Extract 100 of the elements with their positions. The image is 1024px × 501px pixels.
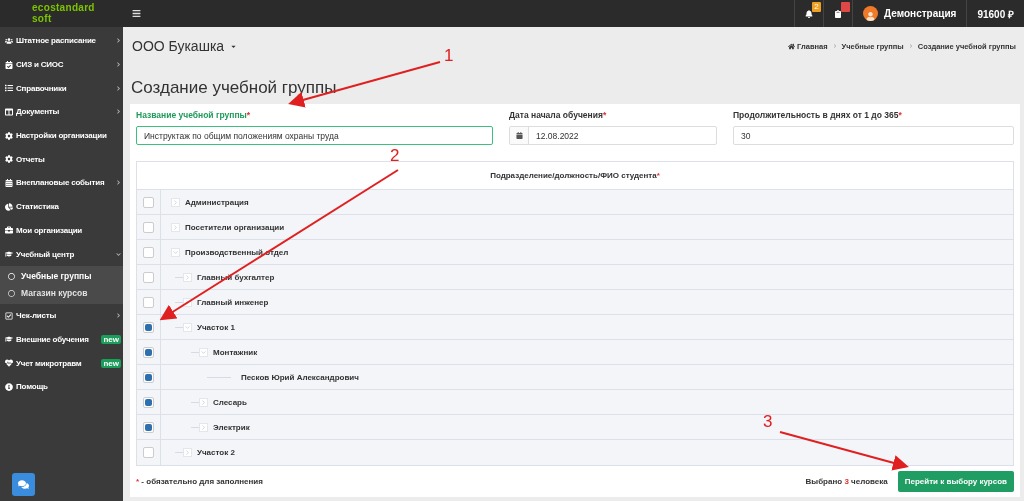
sidebar-icon (5, 311, 13, 320)
sidebar-item[interactable]: Справочники (0, 76, 123, 101)
bell-icon (805, 9, 814, 18)
required-note: * - обязательно для заполнения (136, 477, 263, 486)
sidebar-item[interactable]: Статистика (0, 194, 123, 219)
new-badge: new (101, 334, 121, 344)
checkbox[interactable] (143, 296, 154, 308)
expand-toggle[interactable] (183, 297, 192, 307)
sidebar-item[interactable]: Внешние обучения new (0, 327, 123, 352)
home-icon (788, 42, 796, 50)
expand-toggle[interactable] (183, 448, 192, 457)
checkbox[interactable] (143, 321, 154, 333)
sidebar-icon (5, 226, 13, 235)
sidebar-item[interactable]: Штатное расписание (0, 29, 123, 53)
annotation-number: 1 (444, 46, 454, 66)
balance: 91600 ₽ (977, 7, 1014, 21)
tree-label: Посетители организации (185, 222, 285, 232)
sidebar-icon (5, 250, 13, 259)
tree-label: Главный инженер (197, 297, 269, 307)
expand-toggle[interactable] (171, 222, 180, 232)
expand-toggle[interactable] (199, 422, 208, 432)
expand-toggle[interactable] (171, 247, 180, 257)
sidebar-item[interactable]: Учебный центр (0, 242, 123, 266)
expand-toggle[interactable] (199, 397, 208, 407)
field-label: Дата начала обучения* (509, 110, 608, 120)
chevron-icon (116, 313, 121, 319)
sidebar-icon (5, 359, 13, 368)
sidebar-icon (5, 36, 13, 45)
sidebar-icon (5, 107, 13, 116)
tree-label: Электрик (213, 422, 250, 432)
sidebar-subitem[interactable]: Магазин курсов (0, 284, 123, 302)
chevron-icon (116, 251, 121, 257)
chevron-icon (116, 62, 121, 68)
sidebar-subitem[interactable]: Учебные группы (0, 267, 123, 285)
chevron-icon (200, 423, 207, 431)
annotation-number: 3 (763, 412, 773, 432)
clipboard-icon (834, 9, 843, 18)
chevron-icon (184, 449, 191, 456)
checkbox[interactable] (143, 346, 154, 358)
tree-label: Монтажник (213, 347, 258, 357)
checkbox[interactable] (143, 221, 154, 233)
sidebar-item[interactable]: Внеплановые события (0, 171, 123, 195)
selected-count: Выбрано 3 человека (805, 477, 888, 486)
new-badge: new (101, 358, 121, 368)
checkbox[interactable] (143, 246, 154, 258)
input-field[interactable]: 12.08.2022 (509, 126, 717, 145)
calendar-addon[interactable] (510, 127, 529, 144)
sidebar-icon (5, 335, 13, 344)
field-label: Название учебной группы* (136, 110, 252, 120)
page-title: Создание учебной группы (131, 78, 337, 98)
sidebar-item[interactable]: Помощь (0, 374, 123, 399)
sidebar-item[interactable]: Настройки организации (0, 123, 123, 148)
tree-label: Участок 1 (197, 322, 235, 332)
checkbox[interactable] (143, 196, 154, 208)
sidebar-icon (5, 131, 13, 140)
sidebar-item[interactable]: Отчеты (0, 147, 123, 172)
field-label: Продолжительность в днях от 1 до 365* (733, 110, 903, 120)
expand-toggle[interactable] (171, 197, 180, 207)
expand-toggle[interactable] (183, 272, 192, 282)
chevron-icon (200, 348, 207, 356)
checkbox[interactable] (143, 396, 154, 408)
chevron-icon (172, 223, 179, 231)
chevron-icon (184, 323, 191, 331)
sidebar-icon (5, 382, 13, 391)
input-field[interactable]: Инструктаж по общим положениям охраны труда (136, 126, 493, 145)
sidebar-icon (5, 202, 13, 211)
avatar-icon (863, 6, 879, 21)
chat-icon (18, 479, 29, 490)
chevron-icon (172, 198, 179, 206)
user-menu[interactable]: Демонстрация (852, 0, 967, 27)
logo[interactable]: ecostandard soft (0, 0, 123, 27)
chevron-icon (116, 85, 121, 91)
chevron-icon (172, 248, 179, 256)
sidebar-item[interactable]: Учет микротравм new (0, 351, 123, 375)
expand-toggle[interactable] (199, 347, 208, 357)
expand-toggle[interactable] (183, 322, 192, 332)
sidebar-icon (5, 60, 13, 69)
sidebar-icon (5, 155, 13, 164)
checkbox[interactable] (143, 421, 154, 433)
sidebar-item[interactable]: СИЗ и СИОС (0, 52, 123, 77)
chevron-icon (200, 398, 207, 406)
sidebar-item[interactable]: Чек-листы (0, 303, 123, 328)
calendar-glyph-icon (515, 132, 523, 139)
chevron-icon (184, 273, 191, 281)
checkbox[interactable] (143, 271, 154, 283)
count-badge (841, 2, 851, 12)
tree-label: Участок 2 (197, 448, 235, 457)
tree-label: Администрация (185, 197, 249, 207)
chat-button[interactable] (12, 473, 35, 496)
menu-icon[interactable] (132, 9, 141, 18)
tree-label: Слесарь (213, 397, 247, 407)
organization-dropdown[interactable]: ООО Букашка (130, 38, 240, 54)
sidebar-item[interactable]: Документы (0, 100, 123, 124)
sidebar-item[interactable]: Мои организации (0, 218, 123, 243)
checkbox[interactable] (143, 447, 154, 458)
input-field[interactable]: 30 (733, 126, 1014, 145)
clipboard-button[interactable] (823, 0, 853, 27)
checkbox[interactable] (143, 371, 154, 383)
chevron-icon (116, 109, 121, 115)
sidebar-icon (5, 84, 13, 93)
